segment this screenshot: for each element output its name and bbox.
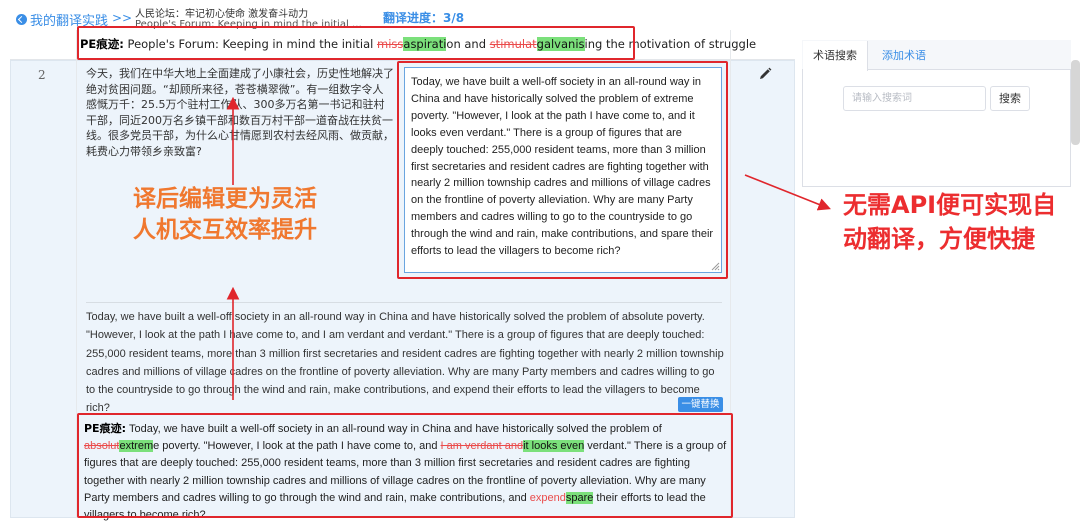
unchanged-text: People's Forum: Keeping in mind the init… [123,37,377,51]
one-click-replace-button[interactable]: 一键替换 [678,397,723,412]
inserted-text: aspirati [403,37,447,51]
pe-trace-label: PE痕迹: [84,422,126,435]
annotation-right-line2: 动翻译，方便快捷 [843,225,1035,253]
machine-translation-text: Today, we have built a well-off society … [86,311,724,415]
unchanged-text: on and [446,37,490,51]
unchanged-text: ing the motivation of struggle [584,37,757,51]
breadcrumb-title-cn: 人民论坛：牢记初心使命 激发奋斗动力 [135,9,309,20]
unchanged-text: Today, we have built a well-off society … [125,423,662,435]
annotation-left-line1: 译后编辑更为灵活 [133,186,317,212]
segment-number: 2 [38,68,46,82]
edit-pencil-icon[interactable] [757,66,773,82]
tab-add-term[interactable]: 添加术语 [882,41,926,70]
term-search-input[interactable] [843,86,986,111]
post-edit-textarea[interactable] [404,67,722,273]
pe-trace-title: PE痕迹: People's Forum: Keeping in mind th… [80,36,756,52]
inserted-text: extrem [119,440,154,453]
source-text: 今天，我们在中华大地上全面建成了小康社会，历史性地解决了绝对贫困问题。“却顾所来… [86,67,394,158]
mt-divider [86,302,722,303]
page-scrollbar[interactable] [1071,60,1080,145]
back-link[interactable]: 我的翻译实践 [16,10,108,29]
resize-grip-icon[interactable] [710,261,720,271]
inserted-text: galvanis [536,37,585,51]
annotation-left: 译后编辑更为灵活 人机交互效率提升 [133,184,317,246]
back-link-label: 我的翻译实践 [30,14,109,29]
pe-trace-label: PE痕迹: [80,37,124,51]
back-arrow-icon [16,14,27,25]
inserted-text: spare [565,491,594,504]
translation-progress: 翻译进度：3/8 [383,11,465,25]
column-divider [730,30,731,518]
breadcrumb-title-en: People's Forum: Keeping in mind the init… [135,19,363,30]
deleted-text: stimulat [489,37,537,51]
pe-trace-body: PE痕迹: Today, we have built a well-off so… [84,420,728,524]
annotation-right-line1: 无需API便可实现自 [843,191,1057,219]
deleted-text: expend [529,491,566,504]
annotation-right: 无需API便可实现自 动翻译，方便快捷 [843,188,1056,256]
deleted-text: I am verdant and [440,440,524,453]
deleted-text: miss [377,37,404,51]
unchanged-text: e poverty. "However, I look at the path … [153,440,441,453]
annotation-left-line2: 人机交互效率提升 [133,217,317,243]
tab-term-search[interactable]: 术语搜索 [803,41,868,71]
column-divider [76,30,77,518]
breadcrumb-separator: >> [112,11,133,25]
term-search-button[interactable]: 搜索 [990,86,1030,111]
inserted-text: it looks even [523,440,585,453]
deleted-text: absolut [84,440,120,453]
